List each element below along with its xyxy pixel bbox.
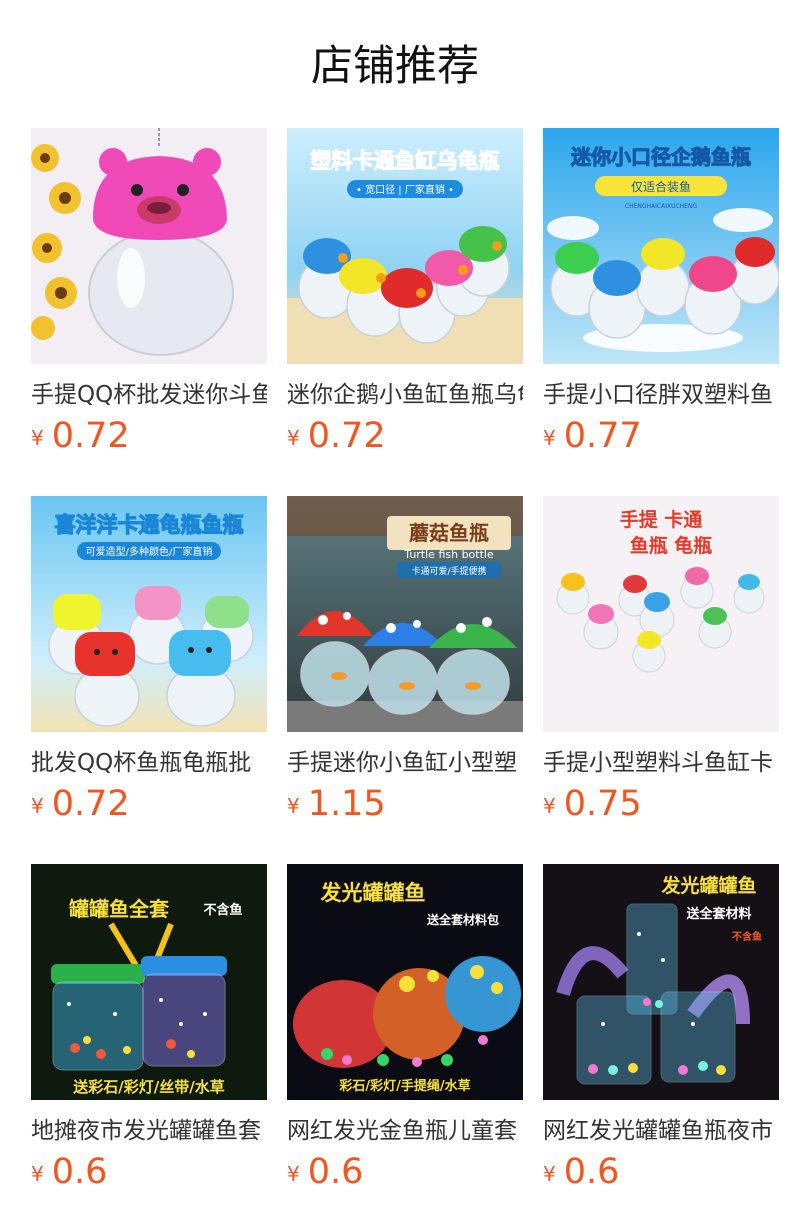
image-sub-text: 不含鱼 (732, 930, 762, 943)
image-tag-text: 不含鱼 (203, 902, 242, 918)
product-image[interactable]: 蘑菇鱼瓶 Turtle fish bottle 卡通可爱/手提便携 (287, 496, 523, 732)
product-name[interactable]: 手提小型塑料斗鱼缸卡 (543, 746, 779, 780)
image-banner-text: 蘑菇鱼瓶 (409, 521, 489, 545)
product-name[interactable]: 网红发光金鱼瓶儿童套 (287, 1114, 523, 1148)
image-tag-text: 卡通可爱/手提便携 (411, 565, 486, 577)
product-price: ¥0.75 (543, 784, 642, 824)
mushroom-fish-bottle-icon: 蘑菇鱼瓶 Turtle fish bottle 卡通可爱/手提便携 (287, 496, 523, 732)
image-tag-text: • 宽口径 | 厂家直销 • (356, 183, 454, 196)
product-card[interactable]: 塑料卡通鱼缸乌龟瓶 • 宽口径 | 厂家直销 • 迷你企鹅小鱼缸鱼瓶乌龟 ¥ 0… (287, 128, 523, 468)
currency-symbol: ¥ (287, 1162, 300, 1186)
product-image[interactable]: 罐罐鱼全套 不含鱼 送彩石/彩灯/丝带/水草 (31, 864, 267, 1100)
image-banner-text: 迷你小口径企鹅鱼瓶 (570, 145, 751, 169)
image-tag-text: 送全套材料包 (426, 912, 499, 927)
price-value: 0.72 (307, 416, 386, 456)
image-banner-text: 发光罐罐鱼 (660, 874, 756, 897)
glowing-ribbon-jars-icon: 发光罐罐鱼 送全套材料 不含鱼 (543, 864, 779, 1100)
image-banner-text-2: 鱼瓶 龟瓶 (630, 534, 713, 557)
image-banner-text: 塑料卡通鱼缸乌龟瓶 (311, 149, 500, 173)
product-price: ¥1.15 (287, 784, 386, 824)
currency-symbol: ¥ (287, 794, 300, 818)
image-tag-text: 可爱造型/多种颜色/厂家直销 (86, 545, 213, 558)
product-price: ¥0.72 (31, 784, 130, 824)
price-value: 0.6 (563, 1152, 620, 1192)
xiyangyang-jars-icon: 喜洋洋卡通龟瓶鱼瓶 可爱造型/多种颜色/厂家直销 (31, 496, 267, 732)
product-price: ¥0.72 (287, 416, 386, 456)
price-value: 0.6 (51, 1152, 108, 1192)
pink-bear-jar-icon (31, 128, 267, 364)
image-banner-text: 手提 卡通 (620, 508, 704, 531)
product-name[interactable]: 迷你企鹅小鱼缸鱼瓶乌龟 (287, 378, 523, 412)
product-card[interactable]: 发光罐罐鱼 送全套材料包 彩石/彩灯/手提绳/水草 网红发光金鱼瓶儿童套 ¥0.… (287, 864, 523, 1204)
glowing-goldfish-bowl-icon: 发光罐罐鱼 送全套材料包 彩石/彩灯/手提绳/水草 (287, 864, 523, 1100)
recommended-page: 店铺推荐 手提QQ杯批发迷你斗鱼 ¥ 0.72 塑料卡通鱼缸乌龟瓶 • 宽口径 … (0, 0, 790, 1232)
product-name[interactable]: 网红发光罐罐鱼瓶夜市 (543, 1114, 779, 1148)
price-value: 1.15 (307, 784, 386, 824)
product-name[interactable]: 手提迷你小鱼缸小型塑 (287, 746, 523, 780)
product-price: ¥0.72 (31, 416, 130, 456)
product-image[interactable]: 手提 卡通 鱼瓶 龟瓶 (543, 496, 779, 732)
image-banner-text: 发光罐罐鱼 (320, 881, 426, 905)
product-card[interactable]: 手提QQ杯批发迷你斗鱼 ¥0.72 (31, 128, 267, 468)
image-tag-text: 送全套材料 (685, 906, 751, 922)
image-banner-text: 喜洋洋卡通龟瓶鱼瓶 (55, 513, 244, 537)
price-value: 0.77 (563, 416, 642, 456)
mini-cartoon-jars-icon: 手提 卡通 鱼瓶 龟瓶 (543, 496, 779, 732)
image-tag-text: 仅适合装鱼 (631, 179, 691, 194)
currency-symbol: ¥ (543, 1162, 556, 1186)
image-banner-text: 罐罐鱼全套 (68, 897, 169, 921)
price-value: 0.72 (51, 784, 130, 824)
product-card[interactable]: 迷你小口径企鹅鱼瓶 仅适合装鱼 CHENGHAICAIXUCHENG 手提小口径… (543, 128, 779, 468)
product-card[interactable]: 罐罐鱼全套 不含鱼 送彩石/彩灯/丝带/水草 地摊夜市发光罐罐鱼套 ¥0.6 (31, 864, 267, 1204)
currency-symbol: ¥ (287, 426, 300, 450)
glowing-jar-set-icon: 罐罐鱼全套 不含鱼 送彩石/彩灯/丝带/水草 (31, 864, 267, 1100)
currency-symbol: ¥ (543, 794, 556, 818)
product-price: ¥0.6 (31, 1152, 107, 1192)
image-sub-text: 彩石/彩灯/手提绳/水草 (338, 1078, 470, 1094)
page-title: 店铺推荐 (310, 41, 479, 90)
product-image[interactable] (31, 128, 267, 364)
price-value: 0.72 (51, 416, 130, 456)
image-sub-text: CHENGHAICAIXUCHENG (625, 203, 698, 210)
product-name[interactable]: 手提小口径胖双塑料鱼 (543, 378, 779, 412)
product-card[interactable]: 手提 卡通 鱼瓶 龟瓶 手提小型塑料斗鱼缸卡 ¥ 0.75 (543, 496, 779, 836)
currency-symbol: ¥ (543, 426, 556, 450)
product-name[interactable]: 手提QQ杯批发迷你斗鱼 (31, 378, 267, 412)
product-image[interactable]: 发光罐罐鱼 送全套材料包 彩石/彩灯/手提绳/水草 (287, 864, 523, 1100)
product-name[interactable]: 地摊夜市发光罐罐鱼套 (31, 1114, 267, 1148)
image-sub-text: 送彩石/彩灯/丝带/水草 (72, 1078, 224, 1096)
product-price: ¥0.6 (543, 1152, 619, 1192)
currency-symbol: ¥ (31, 426, 44, 450)
image-sub-text: Turtle fish bottle (403, 548, 494, 561)
cartoon-fish-jars-icon: 塑料卡通鱼缸乌龟瓶 • 宽口径 | 厂家直销 • (287, 128, 523, 364)
product-name[interactable]: 批发QQ杯鱼瓶龟瓶批 (31, 746, 267, 780)
product-image[interactable]: 塑料卡通鱼缸乌龟瓶 • 宽口径 | 厂家直销 • (287, 128, 523, 364)
currency-symbol: ¥ (31, 794, 44, 818)
product-image[interactable]: 发光罐罐鱼 送全套材料 不含鱼 (543, 864, 779, 1100)
product-card[interactable]: 蘑菇鱼瓶 Turtle fish bottle 卡通可爱/手提便携 手提迷你小鱼… (287, 496, 523, 836)
product-card[interactable]: 喜洋洋卡通龟瓶鱼瓶 可爱造型/多种颜色/厂家直销 批发QQ杯鱼瓶龟瓶批 ¥ 0.… (31, 496, 267, 836)
price-value: 0.6 (307, 1152, 364, 1192)
product-image[interactable]: 喜洋洋卡通龟瓶鱼瓶 可爱造型/多种颜色/厂家直销 (31, 496, 267, 732)
penguin-jars-icon: 迷你小口径企鹅鱼瓶 仅适合装鱼 CHENGHAICAIXUCHENG (543, 128, 779, 364)
product-image[interactable]: 迷你小口径企鹅鱼瓶 仅适合装鱼 CHENGHAICAIXUCHENG (543, 128, 779, 364)
product-card[interactable]: 发光罐罐鱼 送全套材料 不含鱼 网红发光罐罐鱼瓶夜市 ¥0.6 (543, 864, 779, 1204)
price-value: 0.75 (563, 784, 642, 824)
product-price: ¥0.6 (287, 1152, 363, 1192)
currency-symbol: ¥ (31, 1162, 44, 1186)
product-price: ¥0.77 (543, 416, 642, 456)
